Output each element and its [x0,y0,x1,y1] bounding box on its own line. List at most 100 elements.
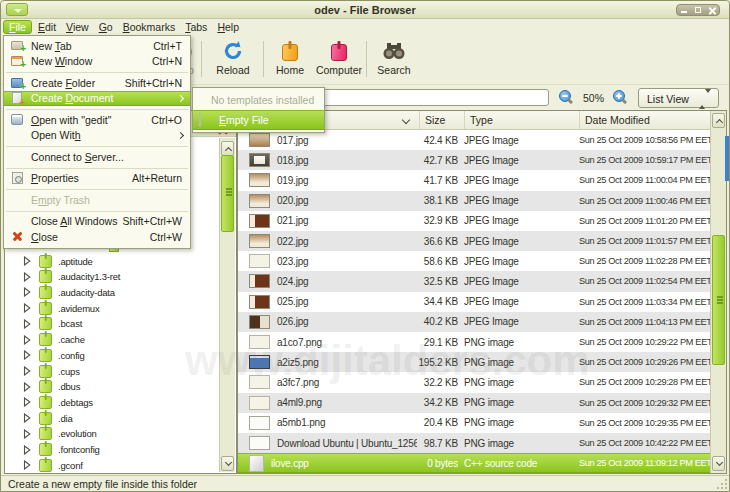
file-row-022-jpg[interactable]: 022.jpg36.6 KBJPEG ImageSun 25 Oct 2009 … [238,231,710,251]
minimize-icon [681,11,687,13]
file-row-024-jpg[interactable]: 024.jpg32.5 KBJPEG ImageSun 25 Oct 2009 … [238,271,710,291]
file-row-021-jpg[interactable]: 021.jpg32.9 KBJPEG ImageSun 25 Oct 2009 … [238,211,710,231]
menubar-item-view[interactable]: View [62,20,93,34]
tree-item-cache[interactable]: .cache [5,332,85,348]
file-row-ilove-cpp[interactable]: ilove.cpp0 bytesC++ source codeSun 25 Oc… [238,453,710,473]
resize-grip[interactable] [717,479,727,489]
file-row-a2iz5-png[interactable]: a2iz5.png195.2 KBPNG imageSun 25 Oct 200… [238,352,710,372]
column-header-date[interactable]: Date Modified [579,111,712,129]
file-size: 42.7 KB [416,150,458,170]
menubar-item-tabs[interactable]: Tabs [181,20,211,34]
tree-item-evolution[interactable]: .evolution [5,426,97,442]
file-row-020-jpg[interactable]: 020.jpg38.1 KBJPEG ImageSun 25 Oct 2009 … [238,191,710,211]
file-row-a5mb1-png[interactable]: a5mb1.png20.4 KBPNG imageSun 25 Oct 2009… [238,413,710,433]
tree-item-dbus[interactable]: .dbus [5,379,80,395]
close-button[interactable] [705,5,719,15]
spinner-icon [699,93,711,105]
menubar-item-edit[interactable]: Edit [34,20,60,34]
expander-triangle-icon[interactable] [23,256,31,266]
column-header-size[interactable]: Size [419,111,464,129]
menubar-item-go[interactable]: Go [95,20,117,34]
scroll-up-button[interactable] [221,141,234,156]
menu-item-open-with[interactable]: Open With [4,128,190,144]
sidebar-scrollbar[interactable] [219,138,235,472]
menu-item-create-document[interactable]: Create Document [4,91,190,107]
file-row-a4ml9-png[interactable]: a4ml9.png34.2 KBPNG imageSun 25 Oct 2009… [238,393,710,413]
list-scrollbar[interactable] [710,111,726,473]
scroll-down-button[interactable] [221,456,234,471]
file-row-a3fc7-png[interactable]: a3fc7.png32.2 KBPNG imageSun 25 Oct 2009… [238,372,710,392]
file-row-a1co7-png[interactable]: a1co7.png29.1 KBPNG imageSun 25 Oct 2009… [238,332,710,352]
menu-item-connect-to-server-[interactable]: Connect to Server... [4,149,190,165]
zoom-in-button[interactable] [613,90,628,105]
menu-shortcut: Ctrl+W [150,231,182,243]
maximize-button[interactable] [691,5,705,15]
menu-item-new-window[interactable]: New WindowCtrl+N [4,54,190,70]
new-tab-icon [11,41,23,50]
expander-triangle-icon[interactable] [23,397,31,407]
scrollbar-thumb[interactable] [221,155,234,232]
home-button[interactable]: Home [266,39,314,83]
tree-item-gconf[interactable]: .gconf [5,457,83,473]
file-row-026-jpg[interactable]: 026.jpg40.2 KBJPEG ImageSun 25 Oct 2009 … [238,312,710,332]
zoom-out-button[interactable] [559,90,574,105]
menubar-item-bookmarks[interactable]: Bookmarks [119,20,180,34]
menubar-item-help[interactable]: Help [213,20,243,34]
expander-triangle-icon[interactable] [23,445,31,455]
tree-item-audacity1.3-ret[interactable]: .audacity1.3-ret [5,269,120,285]
file-row-023-jpg[interactable]: 023.jpg58.6 KBJPEG ImageSun 25 Oct 2009 … [238,251,710,271]
titlebar[interactable]: odev - File Browser [1,1,729,19]
tree-item-avidemux[interactable]: .avidemux [5,300,100,316]
tree-item-audacity-data[interactable]: .audacity-data [5,284,115,300]
tree-item-bcast[interactable]: .bcast [5,316,82,332]
menu-item-new-tab[interactable]: New TabCtrl+T [4,38,190,54]
file-row-019-jpg[interactable]: 019.jpg41.7 KBJPEG ImageSun 25 Oct 2009 … [238,170,710,190]
menu-item-close-all-windows[interactable]: Close All WindowsShift+Ctrl+W [4,214,190,230]
file-row-025-jpg[interactable]: 025.jpg34.4 KBJPEG ImageSun 25 Oct 2009 … [238,292,710,312]
scrollbar-thumb[interactable] [712,235,725,365]
scroll-up-button[interactable] [712,113,725,128]
tree-item-aptitude[interactable]: .aptitude [5,253,93,269]
expander-triangle-icon[interactable] [23,366,31,376]
expander-triangle-icon[interactable] [23,350,31,360]
file-row-018-jpg[interactable]: 018.jpg42.7 KBJPEG ImageSun 25 Oct 2009 … [238,150,710,170]
menu-shortcut: Ctrl+O [151,114,182,126]
expander-triangle-icon[interactable] [23,335,31,345]
menubar-item-file[interactable]: File [3,20,32,34]
search-button[interactable]: Search [369,39,419,83]
submenu-item-no-templates-installed[interactable]: No templates installed [193,90,324,110]
view-mode-select[interactable]: List View [638,88,719,108]
menu-item-open-with-gedit-[interactable]: Open with "gedit"Ctrl+O [4,112,190,128]
expander-triangle-icon[interactable] [23,413,31,423]
expander-triangle-icon[interactable] [23,287,31,297]
tree-item-dia[interactable]: .dia [5,410,73,426]
desktop-strip [725,136,729,181]
submenu-item-empty-file[interactable]: Empty File [193,110,324,130]
tree-item-config[interactable]: .config [5,347,85,363]
expander-triangle-icon[interactable] [23,382,31,392]
file-row-download-ubuntu-ubuntu-12565-[interactable]: Download Ubuntu | Ubuntu_12565...98.7 KB… [238,433,710,453]
reload-button[interactable]: Reload [206,39,260,83]
expander-triangle-icon[interactable] [23,460,31,470]
scroll-down-button[interactable] [712,456,725,471]
file-size: 41.7 KB [416,170,458,190]
expander-triangle-icon[interactable] [23,429,31,439]
file-name: 025.jpg [277,296,308,307]
tree-item-cups[interactable]: .cups [5,363,80,379]
file-row-017-jpg[interactable]: 017.jpg42.4 KBJPEG ImageSun 25 Oct 2009 … [238,130,710,150]
tree-item-debtags[interactable]: .debtags [5,394,93,410]
column-header-type[interactable]: Type [464,111,579,129]
file-thumbnail-icon [249,416,270,430]
menu-item-empty-trash[interactable]: Empty Trash [4,192,190,208]
menu-item-close[interactable]: CloseCtrl+W [4,229,190,245]
tree-item-fontconfig[interactable]: .fontconfig [5,442,100,458]
menu-item-create-folder[interactable]: Create FolderShift+Ctrl+N [4,75,190,91]
expander-triangle-icon[interactable] [23,319,31,329]
expander-triangle-icon[interactable] [23,303,31,313]
file-type: PNG image [464,332,576,352]
expander-triangle-icon[interactable] [23,272,31,282]
minimize-button[interactable] [677,5,691,15]
computer-button[interactable]: Computer [313,39,365,83]
file-type: JPEG Image [464,312,576,332]
menu-item-properties[interactable]: PropertiesAlt+Return [4,171,190,187]
